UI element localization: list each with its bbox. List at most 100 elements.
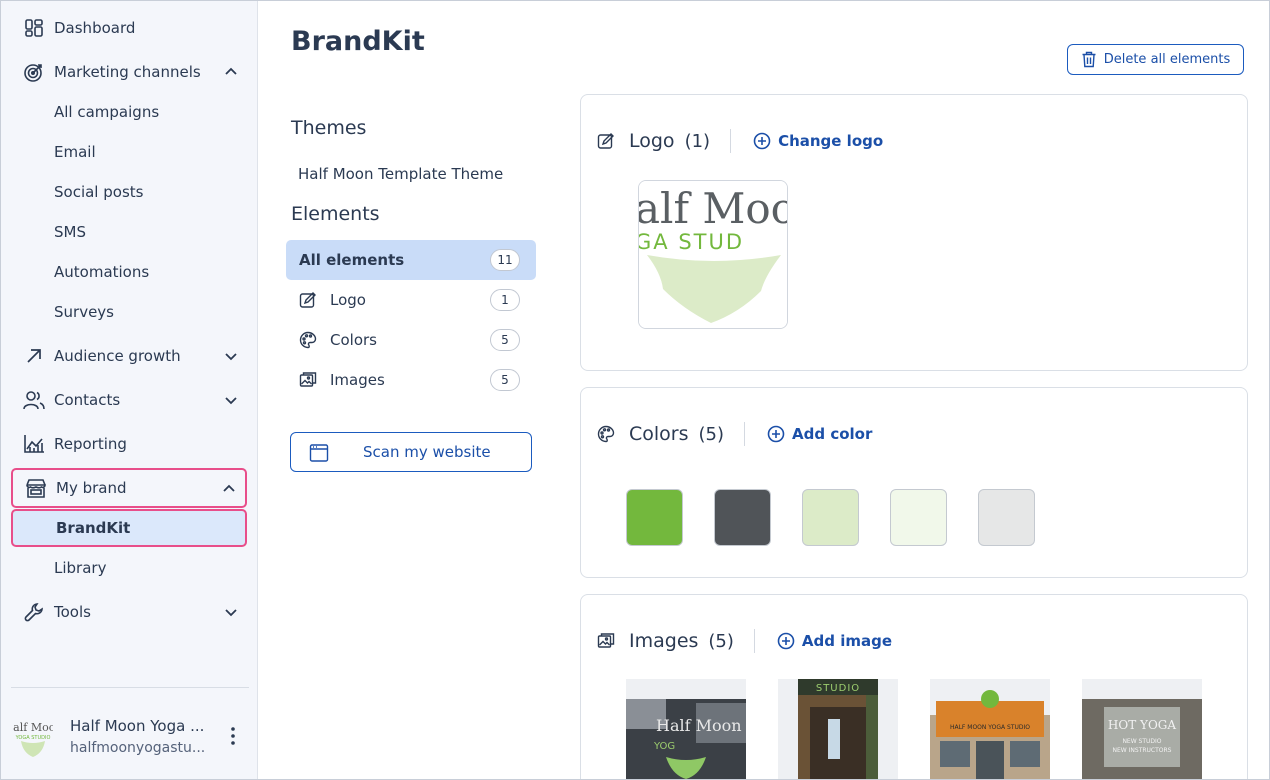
- nav-my-brand-label: My brand: [56, 479, 127, 497]
- images-card-header: Images (5) Add image: [597, 629, 892, 653]
- nav-social-posts[interactable]: Social posts: [11, 173, 247, 211]
- nav-all-campaigns-label: All campaigns: [54, 103, 160, 121]
- header-divider: [744, 422, 746, 446]
- avatar-logo-text: Half Moon: [13, 721, 53, 734]
- nav-dashboard[interactable]: Dashboard: [11, 9, 247, 47]
- logo-card: Logo (1) Change logo alf Moo GA STUD: [580, 94, 1248, 371]
- nav-audience-label: Audience growth: [54, 347, 181, 365]
- color-swatch[interactable]: [890, 489, 947, 546]
- palette-icon: [299, 330, 319, 350]
- filter-images[interactable]: Images 5: [286, 360, 536, 400]
- images-card-count: (5): [708, 630, 734, 652]
- filter-logo-label: Logo: [330, 291, 366, 309]
- nav-tools-label: Tools: [54, 603, 91, 621]
- image-thumbnail[interactable]: HOT YOGA NEW STUDIO NEW INSTRUCTORS: [1082, 679, 1202, 779]
- chevron-down-icon[interactable]: [223, 392, 239, 408]
- sidebar-divider: [11, 687, 249, 688]
- nav-contacts-label: Contacts: [54, 391, 121, 409]
- image-text: YOG: [653, 741, 675, 752]
- image-text: STUDIO: [816, 683, 860, 694]
- avatar-logo-subtext: YOGA STUDIO: [15, 735, 51, 741]
- more-vertical-icon[interactable]: [225, 725, 241, 747]
- filter-logo[interactable]: Logo 1: [286, 280, 536, 320]
- color-swatch[interactable]: [802, 489, 859, 546]
- change-logo-button[interactable]: Change logo: [753, 132, 883, 150]
- nav-brandkit-label: BrandKit: [56, 519, 131, 537]
- delete-all-label: Delete all elements: [1103, 52, 1231, 67]
- count-badge: 11: [490, 249, 520, 271]
- chevron-up-icon[interactable]: [223, 64, 239, 80]
- nav-surveys[interactable]: Surveys: [11, 293, 247, 331]
- header-divider: [730, 129, 732, 153]
- page-title: BrandKit: [291, 26, 425, 57]
- palette-icon: [597, 424, 617, 444]
- nav-marketing-channels[interactable]: Marketing channels: [11, 53, 247, 91]
- nav-email[interactable]: Email: [11, 133, 247, 171]
- image-text: NEW INSTRUCTORS: [1113, 747, 1172, 754]
- nav-sms[interactable]: SMS: [11, 213, 247, 251]
- app-window: Dashboard Marketing channels All campaig…: [0, 0, 1270, 780]
- filter-images-label: Images: [330, 371, 385, 389]
- nav-brandkit[interactable]: BrandKit: [11, 509, 247, 547]
- image-thumbnail[interactable]: HALF MOON YOGA STUDIO: [930, 679, 1050, 779]
- scan-website-button[interactable]: Scan my website: [290, 432, 532, 472]
- nav-reporting-label: Reporting: [54, 435, 127, 453]
- image-thumbnail[interactable]: STUDIO: [778, 679, 898, 779]
- plus-circle-icon: [767, 425, 785, 443]
- trash-icon: [1082, 51, 1096, 68]
- nav-automations[interactable]: Automations: [11, 253, 247, 291]
- edit-image-icon: [299, 290, 319, 310]
- count-badge: 5: [490, 369, 520, 391]
- elements-heading: Elements: [291, 203, 380, 225]
- image-text: NEW STUDIO: [1122, 738, 1161, 745]
- window-sign-photo: HOT YOGA NEW STUDIO NEW INSTRUCTORS: [1082, 679, 1202, 779]
- chevron-up-icon[interactable]: [221, 481, 237, 497]
- color-swatch[interactable]: [626, 489, 683, 546]
- sidebar: Dashboard Marketing channels All campaig…: [1, 1, 258, 779]
- image-text: HOT YOGA: [1108, 718, 1176, 732]
- add-color-button[interactable]: Add color: [767, 425, 872, 443]
- image-text: HALF MOON YOGA STUDIO: [950, 724, 1030, 731]
- nav-surveys-label: Surveys: [54, 303, 114, 321]
- count-badge: 5: [490, 329, 520, 351]
- users-icon: [23, 389, 45, 411]
- nav-my-brand[interactable]: My brand: [11, 468, 247, 508]
- nav-library[interactable]: Library: [11, 549, 247, 587]
- delete-all-button[interactable]: Delete all elements: [1067, 44, 1244, 75]
- nav-contacts[interactable]: Contacts: [11, 381, 247, 419]
- wrench-icon: [23, 601, 45, 623]
- filter-colors[interactable]: Colors 5: [286, 320, 536, 360]
- arrow-up-right-icon: [23, 345, 45, 367]
- color-swatch[interactable]: [978, 489, 1035, 546]
- images-card-title: Images: [629, 630, 699, 652]
- filter-all-label: All elements: [299, 251, 405, 269]
- logo-thumbnail[interactable]: alf Moo GA STUD: [638, 180, 788, 329]
- color-swatch[interactable]: [714, 489, 771, 546]
- nav-automations-label: Automations: [54, 263, 150, 281]
- account-switcher[interactable]: Half Moon YOGA STUDIO Half Moon Yoga ...…: [11, 701, 249, 771]
- image-thumbnail[interactable]: Half Moon YOG: [626, 679, 746, 779]
- edit-image-icon: [597, 131, 617, 151]
- count-badge: 1: [490, 289, 520, 311]
- nav-email-label: Email: [54, 143, 96, 161]
- images-icon: [299, 370, 319, 390]
- plus-circle-icon: [753, 132, 771, 150]
- logo-text-line1: alf Moo: [639, 184, 788, 233]
- logo-image: alf Moo GA STUD: [639, 181, 788, 328]
- account-avatar: Half Moon YOGA STUDIO: [13, 721, 53, 757]
- chevron-down-icon[interactable]: [223, 604, 239, 620]
- chevron-down-icon[interactable]: [223, 348, 239, 364]
- add-image-button[interactable]: Add image: [777, 632, 892, 650]
- header-divider: [753, 629, 755, 653]
- colors-card-count: (5): [698, 423, 725, 445]
- nav-audience-growth[interactable]: Audience growth: [11, 337, 247, 375]
- logo-card-header: Logo (1) Change logo: [597, 129, 883, 153]
- nav-all-campaigns[interactable]: All campaigns: [11, 93, 247, 131]
- nav-tools[interactable]: Tools: [11, 593, 247, 631]
- dashboard-icon: [23, 17, 45, 39]
- nav-reporting[interactable]: Reporting: [11, 425, 247, 463]
- filter-all-elements[interactable]: All elements 11: [286, 240, 536, 280]
- storefront-icon: [25, 477, 47, 499]
- theme-item[interactable]: Half Moon Template Theme: [298, 165, 503, 183]
- nav-social-posts-label: Social posts: [54, 183, 144, 201]
